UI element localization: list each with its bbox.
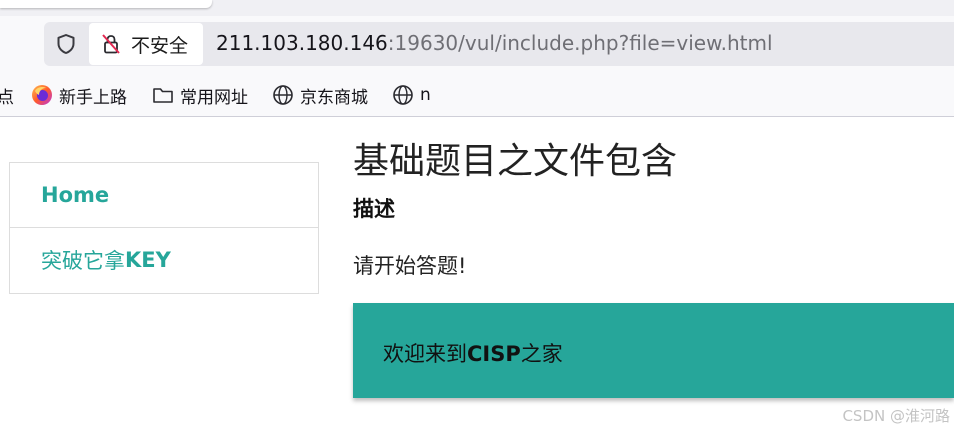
bookmark-label: 新手上路 — [59, 87, 127, 108]
sidebar-nav: Home 突破它拿 KEY — [9, 162, 319, 294]
page-title: 基础题目之文件包含 — [353, 141, 678, 182]
bookmark-item-n[interactable]: n — [392, 83, 431, 107]
firefox-icon — [31, 84, 53, 106]
folder-icon — [152, 84, 174, 106]
navigation-toolbar: 不安全 211.103.180.146:19630/vul/include.ph… — [0, 16, 954, 74]
bookmark-label: 京东商城 — [300, 87, 368, 108]
welcome-suffix: 之家 — [520, 342, 563, 366]
welcome-message: 欢迎来到CISP之家 — [383, 338, 563, 368]
welcome-brand: CISP — [467, 342, 521, 366]
bookmark-folder-common-sites[interactable]: 常用网址 — [152, 83, 248, 108]
connection-security-indicator[interactable]: 不安全 — [89, 23, 203, 65]
sidebar-item-get-key[interactable]: 突破它拿 KEY — [10, 227, 318, 292]
sidebar-item-home[interactable]: Home — [10, 163, 318, 227]
sidebar-item-label-prefix: 突破它拿 — [41, 249, 125, 273]
bookmark-item-jd[interactable]: 京东商城 — [272, 83, 368, 108]
bookmark-item-getting-started[interactable]: 新手上路 — [31, 83, 127, 108]
insecure-lock-icon — [99, 32, 123, 56]
globe-icon — [272, 84, 294, 106]
bookmark-label: n — [420, 85, 431, 105]
url-host: 211.103.180.146 — [216, 31, 388, 55]
sidebar-item-label: Home — [41, 183, 110, 207]
bookmarks-toolbar: 点 新手上路 常用网址 京东商城 n — [0, 74, 954, 117]
welcome-banner: 欢迎来到CISP之家 — [353, 303, 954, 398]
active-tab[interactable] — [0, 0, 212, 8]
csdn-watermark: CSDN @淮河路 — [842, 407, 950, 425]
description-text: 请开始答题! — [353, 254, 467, 278]
url-text[interactable]: 211.103.180.146:19630/vul/include.php?fi… — [216, 31, 773, 55]
welcome-prefix: 欢迎来到 — [383, 342, 467, 366]
url-path: :19630/vul/include.php?file=view.html — [387, 31, 773, 55]
security-label: 不安全 — [131, 34, 189, 57]
bookmark-label: 点 — [0, 87, 14, 108]
tab-strip — [0, 0, 954, 16]
bookmark-label: 常用网址 — [180, 87, 248, 108]
tracking-protection-shield-icon[interactable] — [54, 32, 78, 56]
address-bar[interactable]: 不安全 211.103.180.146:19630/vul/include.ph… — [44, 22, 954, 66]
bookmark-item-partial[interactable]: 点 — [0, 83, 14, 108]
globe-icon — [392, 84, 414, 106]
description-heading: 描述 — [353, 197, 395, 221]
sidebar-item-label-key: KEY — [125, 248, 171, 272]
